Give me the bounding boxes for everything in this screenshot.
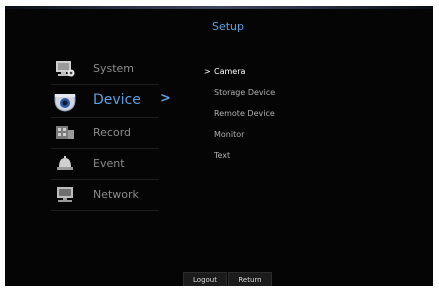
- sidebar-item-network[interactable]: Network: [51, 180, 159, 211]
- page-title: Setup: [211, 20, 245, 33]
- sidebar-item-label: Device: [93, 92, 141, 108]
- sidebar-item-label: Record: [93, 126, 132, 139]
- sidebar-item-system[interactable]: System: [51, 54, 159, 85]
- network-icon: [55, 186, 75, 204]
- system-icon: [55, 60, 75, 78]
- top-bar: [5, 6, 433, 9]
- active-indicator-icon: >: [160, 91, 171, 106]
- submenu-item-remote-device[interactable]: Remote Device: [214, 109, 275, 118]
- camera-icon: [53, 91, 77, 113]
- event-icon: [55, 155, 75, 173]
- submenu-item-text[interactable]: Text: [214, 151, 230, 160]
- submenu-item-storage-device[interactable]: Storage Device: [214, 88, 275, 97]
- submenu-item-camera[interactable]: Camera: [214, 67, 245, 76]
- selection-chevron-icon: >: [204, 67, 211, 76]
- sidebar-item-event[interactable]: Event: [51, 149, 159, 180]
- setup-window: Setup System Device > Record Event Netwo…: [5, 6, 433, 286]
- return-button[interactable]: Return: [228, 272, 272, 286]
- sidebar-item-device[interactable]: Device >: [51, 85, 171, 118]
- submenu-item-monitor[interactable]: Monitor: [214, 130, 244, 139]
- sidebar-item-label: System: [93, 62, 135, 75]
- sidebar-item-label: Event: [93, 157, 125, 170]
- logout-button[interactable]: Logout: [183, 272, 227, 286]
- record-icon: [55, 124, 75, 142]
- sidebar-item-record[interactable]: Record: [51, 118, 159, 149]
- sidebar-item-label: Network: [93, 188, 139, 201]
